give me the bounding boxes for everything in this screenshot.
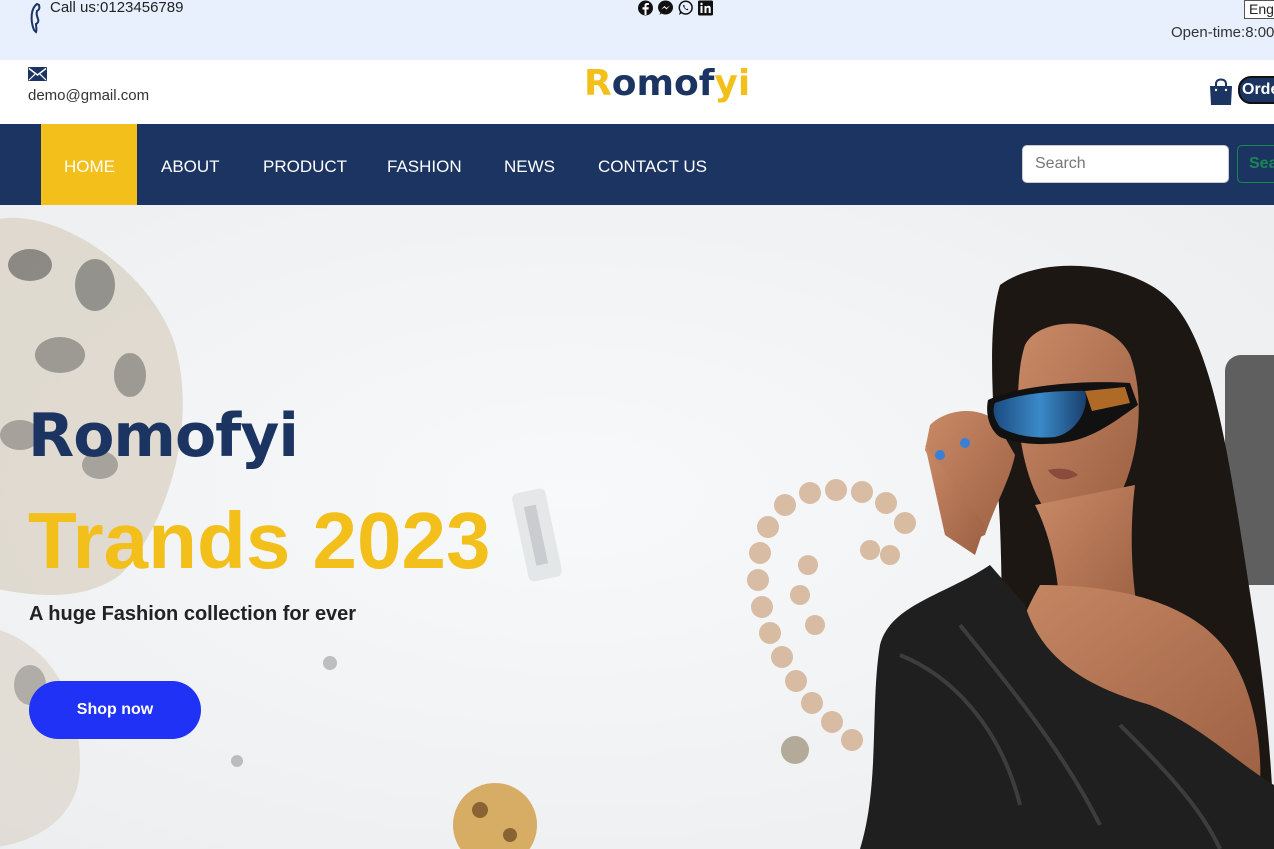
linkedin-icon[interactable] bbox=[697, 0, 714, 16]
email-text: demo@gmail.com bbox=[28, 87, 150, 104]
hero-banner: Romofyi Trands 2023 A huge Fashion colle… bbox=[0, 205, 1274, 849]
hero-brand-title: Romofyi bbox=[28, 401, 299, 471]
call-text: Call us:0123456789 bbox=[50, 0, 184, 16]
search-input[interactable] bbox=[1022, 145, 1229, 183]
hero-headline: Trands 2023 bbox=[28, 496, 491, 585]
phone-icon bbox=[30, 2, 41, 34]
main-navigation: HOME ABOUT PRODUCT FASHION NEWS CONTACT … bbox=[0, 124, 1274, 205]
nav-item-product[interactable]: PRODUCT bbox=[263, 124, 347, 205]
whatsapp-icon[interactable] bbox=[677, 0, 694, 16]
open-time-text: Open-time:8:00 bbox=[1171, 24, 1274, 41]
call-info: Call us:0123456789 bbox=[28, 0, 183, 34]
shopping-bag-icon[interactable] bbox=[1208, 78, 1234, 106]
site-logo[interactable]: Romofyi bbox=[584, 63, 750, 104]
site-header: demo@gmail.com Romofyi Order bbox=[0, 60, 1274, 124]
messenger-icon[interactable] bbox=[657, 0, 674, 16]
envelope-icon bbox=[28, 67, 47, 81]
order-button[interactable]: Order bbox=[1238, 76, 1274, 104]
shop-now-button[interactable]: Shop now bbox=[29, 681, 201, 739]
nav-item-home[interactable]: HOME bbox=[41, 124, 137, 205]
nav-item-contact-us[interactable]: CONTACT US bbox=[598, 124, 707, 205]
language-select[interactable]: Eng bbox=[1244, 0, 1274, 19]
hero-tagline: A huge Fashion collection for ever bbox=[29, 603, 357, 625]
nav-item-fashion[interactable]: FASHION bbox=[387, 124, 462, 205]
top-info-bar: Call us:0123456789 Eng Open-time:8:00 bbox=[0, 0, 1274, 60]
search-button[interactable]: Search bbox=[1237, 145, 1274, 183]
nav-item-about[interactable]: ABOUT bbox=[161, 124, 220, 205]
facebook-icon[interactable] bbox=[637, 0, 654, 16]
social-links bbox=[637, 0, 714, 16]
email-info: demo@gmail.com bbox=[28, 67, 149, 104]
nav-item-news[interactable]: NEWS bbox=[504, 124, 555, 205]
